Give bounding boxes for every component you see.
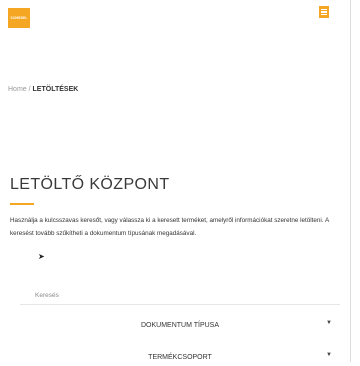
title-underline <box>10 203 34 205</box>
page-description: Használja a kulcsszavas keresőt, vagy vá… <box>10 217 329 237</box>
page-title: LETÖLTŐ KÖZPONT <box>10 176 170 193</box>
breadcrumb: Home / LETÖLTÉSEK <box>8 86 78 93</box>
document-type-dropdown[interactable]: DOKUMENTUM TÍPUSA ▼ <box>20 316 340 334</box>
chevron-down-icon: ▼ <box>326 352 332 358</box>
document-type-label: DOKUMENTUM TÍPUSA <box>140 321 220 329</box>
product-group-label: TERMÉKCSOPORT <box>148 353 212 361</box>
mouse-cursor-icon: ➤ <box>38 252 45 261</box>
hamburger-icon <box>321 8 327 10</box>
breadcrumb-current: LETÖLTÉSEK <box>32 86 79 93</box>
menu-button[interactable] <box>319 6 329 18</box>
brand-logo[interactable]: SCHIEDEL <box>8 8 30 28</box>
logo-text: SCHIEDEL <box>10 16 28 20</box>
product-group-dropdown[interactable]: TERMÉKCSOPORT ▼ <box>20 348 340 366</box>
search-underline <box>20 304 340 305</box>
breadcrumb-home[interactable]: Home <box>8 86 27 93</box>
search-input[interactable] <box>20 285 338 303</box>
search-placeholder: Keresés <box>35 292 59 299</box>
chevron-down-icon: ▼ <box>326 320 332 326</box>
